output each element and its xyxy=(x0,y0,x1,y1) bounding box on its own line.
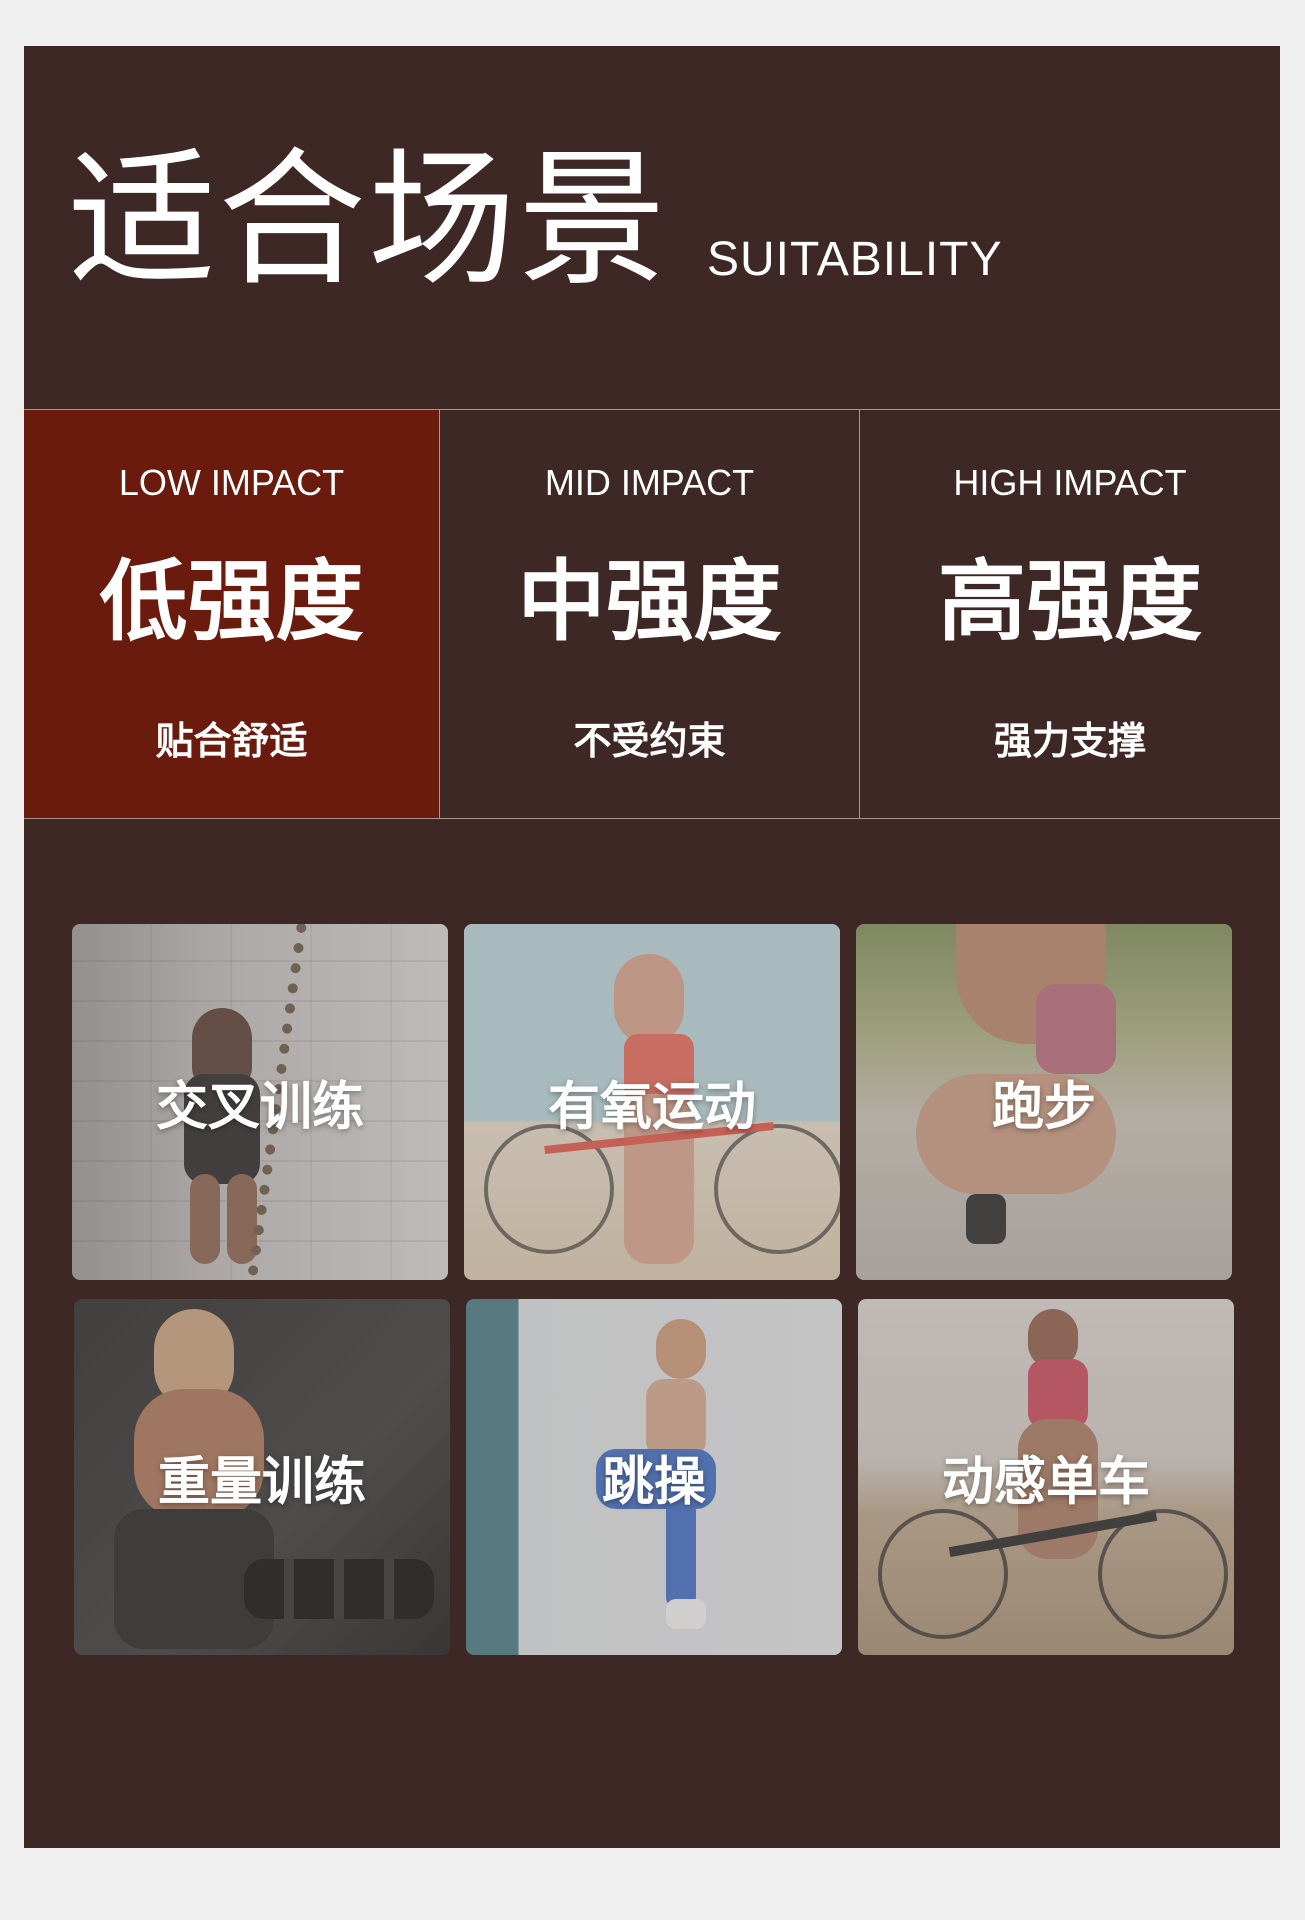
section-title: 适合场景 xyxy=(68,134,668,306)
intensity-zh-label: 中强度 xyxy=(517,550,782,653)
intensity-mid: MID IMPACT 中强度 不受约束 xyxy=(440,410,860,818)
intensity-low: LOW IMPACT 低强度 贴合舒适 xyxy=(24,410,440,818)
intensity-en-label: HIGH IMPACT xyxy=(953,462,1187,503)
intensity-description: 强力支撑 xyxy=(993,719,1146,763)
activity-tile-aerobic: 有氧运动 xyxy=(464,924,840,1280)
intensity-table: LOW IMPACT 低强度 贴合舒适 MID IMPACT 中强度 不受约束 … xyxy=(24,409,1280,819)
activity-tile-aerobics-dance: 跳操 xyxy=(466,1299,842,1655)
activity-tile-weight-training: 重量训练 xyxy=(74,1299,450,1655)
activity-label: 动感单车 xyxy=(941,1452,1150,1513)
intensity-zh-label: 高强度 xyxy=(937,550,1202,653)
activity-tile-running: 跑步 xyxy=(856,924,1232,1280)
intensity-en-label: LOW IMPACT xyxy=(118,462,345,503)
activity-label: 跳操 xyxy=(601,1452,706,1513)
intensity-description: 不受约束 xyxy=(573,719,726,763)
intensity-en-label: MID IMPACT xyxy=(544,462,755,503)
activity-tile-spin-cycling: 动感单车 xyxy=(858,1299,1234,1655)
activity-label: 重量训练 xyxy=(157,1452,366,1513)
activity-label: 有氧运动 xyxy=(547,1077,756,1138)
activity-label: 跑步 xyxy=(991,1077,1096,1138)
activity-tile-cross-training: 交叉训练 xyxy=(72,924,448,1280)
activity-label: 交叉训练 xyxy=(155,1077,364,1138)
section-subtitle: SUITABILITY xyxy=(707,233,1003,286)
intensity-description: 贴合舒适 xyxy=(155,719,308,763)
suitability-panel: 适合场景 SUITABILITY LOW IMPACT 低强度 贴合舒适 MID… xyxy=(24,46,1280,1848)
intensity-zh-label: 低强度 xyxy=(99,550,364,653)
intensity-high: HIGH IMPACT 高强度 强力支撑 xyxy=(860,410,1280,818)
